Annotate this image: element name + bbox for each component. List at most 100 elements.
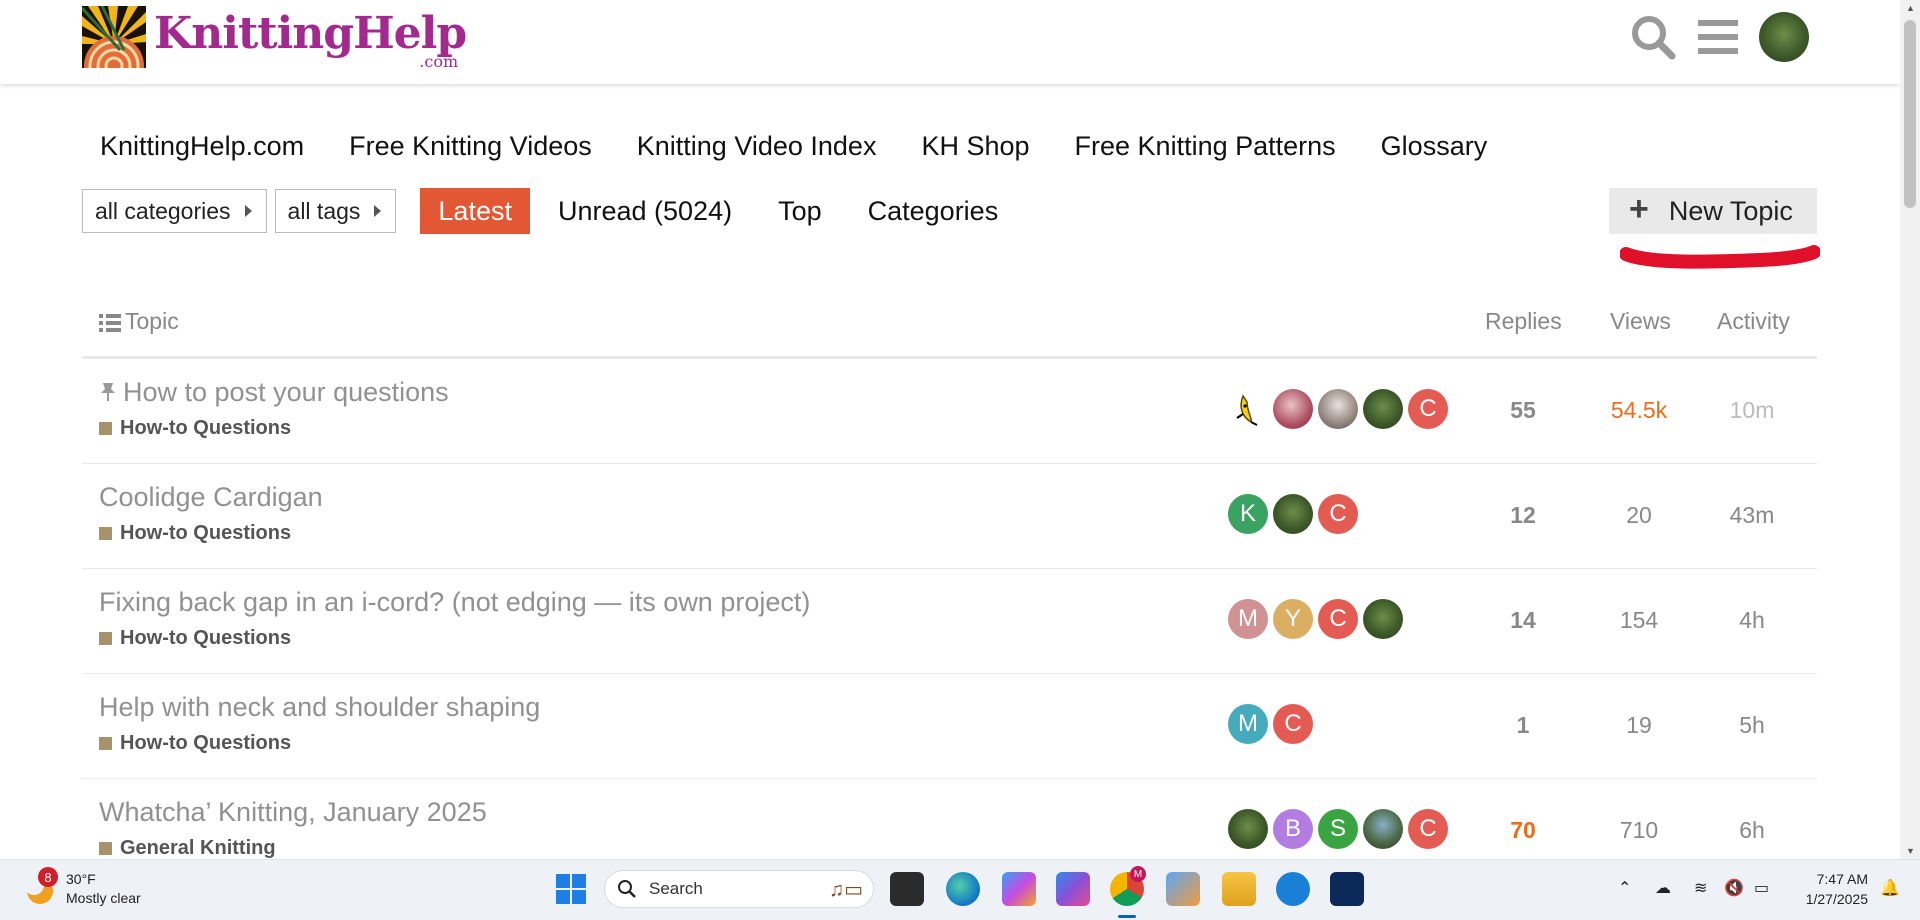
- tray-chevron-up-icon[interactable]: ⌃: [1618, 878, 1631, 898]
- table-row[interactable]: Help with neck and shoulder shaping How-…: [82, 674, 1817, 779]
- avatar[interactable]: [1363, 809, 1403, 849]
- user-avatar[interactable]: [1759, 12, 1809, 62]
- tags-dropdown[interactable]: all tags: [274, 189, 397, 233]
- activity-time[interactable]: 6h: [1702, 817, 1802, 844]
- avatar[interactable]: M: [1228, 704, 1268, 744]
- avatar[interactable]: [1228, 809, 1268, 849]
- windows-start-icon[interactable]: [556, 874, 590, 908]
- nav-link-knittinghelp[interactable]: KnittingHelp.com: [100, 131, 304, 162]
- topic-title[interactable]: Coolidge Cardigan: [99, 482, 323, 513]
- avatar[interactable]: [1363, 389, 1403, 429]
- avatar[interactable]: S: [1318, 809, 1358, 849]
- speaker-muted-icon[interactable]: 🔇: [1724, 878, 1744, 898]
- category-badge[interactable]: How-to Questions: [99, 417, 291, 440]
- category-color-square: [99, 842, 112, 855]
- avatar[interactable]: C: [1318, 494, 1358, 534]
- battery-icon[interactable]: ▭: [1754, 878, 1769, 898]
- nav-link-free-patterns[interactable]: Free Knitting Patterns: [1075, 131, 1336, 162]
- hamburger-menu-icon[interactable]: [1698, 18, 1738, 61]
- replies-count[interactable]: 55: [1473, 397, 1573, 424]
- avatar[interactable]: C: [1273, 704, 1313, 744]
- chrome-icon[interactable]: M: [1110, 866, 1146, 906]
- activity-time[interactable]: 5h: [1702, 712, 1802, 739]
- m365-icon[interactable]: [1056, 872, 1090, 906]
- replies-count[interactable]: 12: [1473, 502, 1573, 529]
- topic-list-tabs: Latest Unread (5024) Top Categories: [420, 188, 1026, 234]
- category-badge[interactable]: How-to Questions: [99, 732, 291, 755]
- category-badge[interactable]: General Knitting: [99, 837, 276, 860]
- table-row[interactable]: How to post your questions How-to Questi…: [82, 359, 1817, 464]
- category-name: General Knitting: [120, 837, 276, 859]
- topic-title[interactable]: Fixing back gap in an i-cord? (not edgin…: [99, 587, 810, 618]
- avatar[interactable]: M: [1228, 599, 1268, 639]
- scroll-thumb[interactable]: [1904, 20, 1916, 208]
- site-logo[interactable]: KnittingHelp .com: [82, 6, 467, 71]
- avatar[interactable]: C: [1408, 809, 1448, 849]
- nav-link-glossary[interactable]: Glossary: [1381, 131, 1488, 162]
- page-scrollbar[interactable]: ▲ ▼: [1900, 0, 1920, 859]
- tab-categories[interactable]: Categories: [850, 188, 1017, 234]
- new-topic-button[interactable]: + New Topic: [1609, 188, 1817, 234]
- avatar[interactable]: Y: [1273, 599, 1313, 639]
- active-app-indicator: [1118, 915, 1136, 918]
- topic-table-header: Topic Replies Views Activity: [82, 300, 1817, 359]
- weather-widget[interactable]: 8 30°F Mostly clear: [22, 867, 141, 908]
- avatar[interactable]: [1273, 389, 1313, 429]
- table-row[interactable]: Fixing back gap in an i-cord? (not edgin…: [82, 569, 1817, 674]
- replies-count[interactable]: 1: [1473, 712, 1573, 739]
- category-badge[interactable]: How-to Questions: [99, 627, 291, 650]
- taskbar-search-box[interactable]: Search ♫▭: [604, 870, 874, 908]
- category-name: How-to Questions: [120, 732, 292, 754]
- avatar[interactable]: C: [1318, 599, 1358, 639]
- column-replies[interactable]: Replies: [1485, 308, 1562, 335]
- categories-dropdown-label: all categories: [95, 197, 231, 224]
- paint-icon[interactable]: [1166, 872, 1200, 906]
- tab-latest[interactable]: Latest: [420, 188, 530, 234]
- views-count: 710: [1619, 817, 1659, 843]
- edge-browser-icon[interactable]: [946, 872, 980, 906]
- scroll-up-arrow-icon[interactable]: ▲: [1906, 3, 1915, 13]
- topic-title[interactable]: How to post your questions: [99, 377, 449, 408]
- avatar[interactable]: C: [1408, 389, 1448, 429]
- avatar[interactable]: [1363, 599, 1403, 639]
- categories-dropdown[interactable]: all categories: [82, 189, 267, 233]
- column-activity[interactable]: Activity: [1717, 308, 1790, 335]
- table-row[interactable]: Coolidge Cardigan How-to Questions K C 1…: [82, 464, 1817, 569]
- activity-time[interactable]: 10m: [1702, 397, 1802, 424]
- weather-badge: 8: [38, 867, 58, 887]
- wifi-icon[interactable]: ≋: [1694, 878, 1707, 898]
- avatar[interactable]: [1228, 389, 1268, 429]
- nav-link-free-videos[interactable]: Free Knitting Videos: [349, 131, 592, 162]
- task-view-icon[interactable]: [890, 872, 924, 906]
- file-explorer-icon[interactable]: [1222, 872, 1256, 906]
- app-icon-blue[interactable]: [1276, 872, 1310, 906]
- column-topic[interactable]: Topic: [99, 308, 179, 335]
- tab-unread[interactable]: Unread (5024): [540, 188, 750, 234]
- notification-bell-icon[interactable]: 🔔: [1880, 878, 1900, 898]
- caret-right-icon: [374, 205, 382, 217]
- replies-count[interactable]: 14: [1473, 607, 1573, 634]
- copilot-icon[interactable]: [1002, 872, 1036, 906]
- avatar[interactable]: [1273, 494, 1313, 534]
- topic-title[interactable]: Whatcha’ Knitting, January 2025: [99, 797, 487, 828]
- tab-top[interactable]: Top: [760, 188, 840, 234]
- security-app-icon[interactable]: [1330, 872, 1364, 906]
- category-color-square: [99, 632, 112, 645]
- nav-link-video-index[interactable]: Knitting Video Index: [637, 131, 877, 162]
- category-badge[interactable]: How-to Questions: [99, 522, 291, 545]
- nav-link-kh-shop[interactable]: KH Shop: [921, 131, 1029, 162]
- column-views[interactable]: Views: [1610, 308, 1671, 335]
- activity-time[interactable]: 4h: [1702, 607, 1802, 634]
- scroll-down-arrow-icon[interactable]: ▼: [1906, 846, 1915, 856]
- cloud-sync-error-icon[interactable]: ☁: [1655, 878, 1671, 898]
- avatar[interactable]: B: [1273, 809, 1313, 849]
- caret-right-icon: [244, 205, 252, 217]
- weather-condition: Mostly clear: [66, 890, 141, 906]
- topic-title[interactable]: Help with neck and shoulder shaping: [99, 692, 540, 723]
- taskbar-clock[interactable]: 7:47 AM 1/27/2025: [1788, 869, 1868, 909]
- search-icon[interactable]: [1630, 14, 1676, 65]
- avatar[interactable]: K: [1228, 494, 1268, 534]
- avatar[interactable]: [1318, 389, 1358, 429]
- replies-count[interactable]: 70: [1473, 817, 1573, 844]
- activity-time[interactable]: 43m: [1702, 502, 1802, 529]
